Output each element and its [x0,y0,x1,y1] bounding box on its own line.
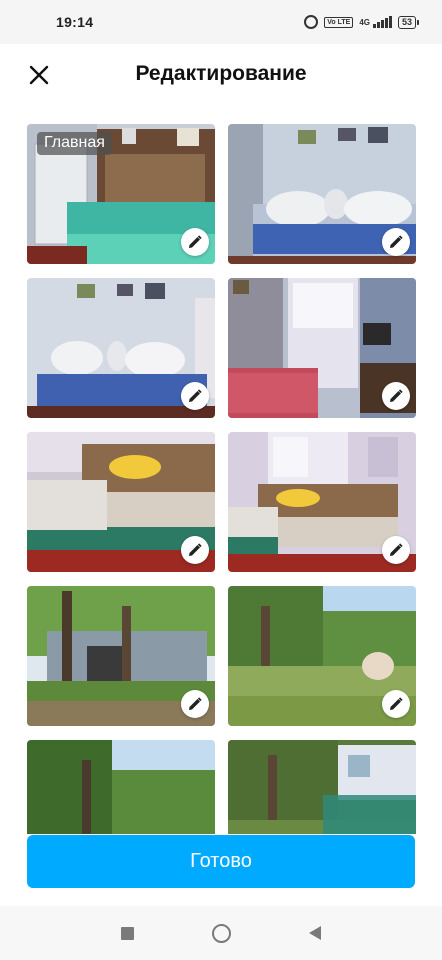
photo-tile[interactable] [228,740,416,834]
back-button[interactable] [300,918,330,948]
status-time: 19:14 [56,14,94,30]
photo-orchard [27,740,215,834]
pencil-icon [189,543,202,556]
edit-photo-button[interactable] [382,690,410,718]
photo-tile[interactable] [228,586,416,726]
pencil-icon [390,235,403,248]
photo-tile[interactable] [228,278,416,418]
network-type: 4G [359,17,370,27]
main-photo-badge: Главная [37,132,112,155]
pencil-icon [390,543,403,556]
status-icons: Vo LTE 4G 53 [304,15,420,29]
edit-photo-button[interactable] [181,382,209,410]
photo-tile[interactable] [228,124,416,264]
pencil-icon [189,235,202,248]
edit-photo-button[interactable] [181,228,209,256]
pencil-icon [189,389,202,402]
photo-tile[interactable] [27,740,215,834]
back-triangle-icon [309,926,321,940]
edit-photo-button[interactable] [181,536,209,564]
edit-photo-button[interactable] [382,228,410,256]
home-button[interactable] [206,918,236,948]
battery-icon: 53 [397,15,420,29]
recents-square-icon [120,926,134,940]
photo-tile[interactable] [27,432,215,572]
close-icon [29,65,49,85]
edit-photo-button[interactable] [181,690,209,718]
close-button[interactable] [22,58,56,92]
photo-tile[interactable] [228,432,416,572]
status-bar: 19:14 Vo LTE 4G 53 [0,0,442,44]
pencil-icon [390,389,403,402]
volte-icon: Vo LTE [324,16,354,28]
edit-photo-button[interactable] [382,382,410,410]
page-title: Редактирование [135,62,307,85]
app-header: Редактирование [0,44,442,104]
photo-tile[interactable]: Главная [27,124,215,264]
photo-grid: Главная [0,104,442,834]
pencil-icon [390,697,403,710]
alarm-icon [304,15,319,29]
edit-photo-button[interactable] [382,536,410,564]
signal-icon [372,16,392,28]
photo-tile[interactable] [27,586,215,726]
system-nav-bar [0,906,442,960]
photo-house-fence [228,740,416,834]
pencil-icon [189,697,202,710]
recents-button[interactable] [112,918,142,948]
home-circle-icon [211,923,231,943]
done-button[interactable]: Готово [27,835,415,888]
photo-tile[interactable] [27,278,215,418]
